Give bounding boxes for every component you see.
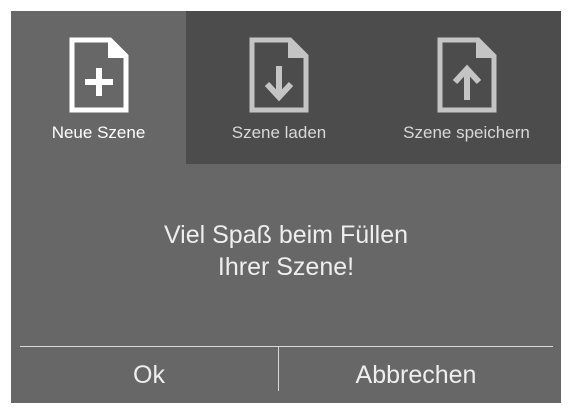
tab-save-scene[interactable]: Szene speichern (372, 11, 561, 164)
welcome-message-line-2: Ihrer Szene! (217, 253, 355, 281)
tab-load-scene-label: Szene laden (231, 123, 327, 142)
new-scene-dialog: Neue Szene Szene laden Szene speichern V… (11, 11, 561, 403)
tab-bar: Neue Szene Szene laden Szene speichern (11, 11, 561, 164)
welcome-message: Viel Spaß beim Füllen Ihrer Szene! (11, 219, 561, 283)
file-plus-icon (68, 36, 130, 114)
file-download-icon (248, 36, 310, 114)
tab-new-scene[interactable]: Neue Szene (11, 11, 186, 164)
tab-save-scene-label: Szene speichern (403, 123, 530, 142)
ok-button[interactable]: Ok (20, 347, 278, 403)
welcome-message-line-1: Viel Spaß beim Füllen (163, 221, 409, 249)
dialog-footer: Ok Abbrechen (20, 347, 553, 403)
tab-new-scene-label: Neue Szene (51, 123, 146, 142)
tab-load-scene[interactable]: Szene laden (186, 11, 372, 164)
cancel-button[interactable]: Abbrechen (279, 347, 553, 403)
file-upload-icon (436, 36, 498, 114)
